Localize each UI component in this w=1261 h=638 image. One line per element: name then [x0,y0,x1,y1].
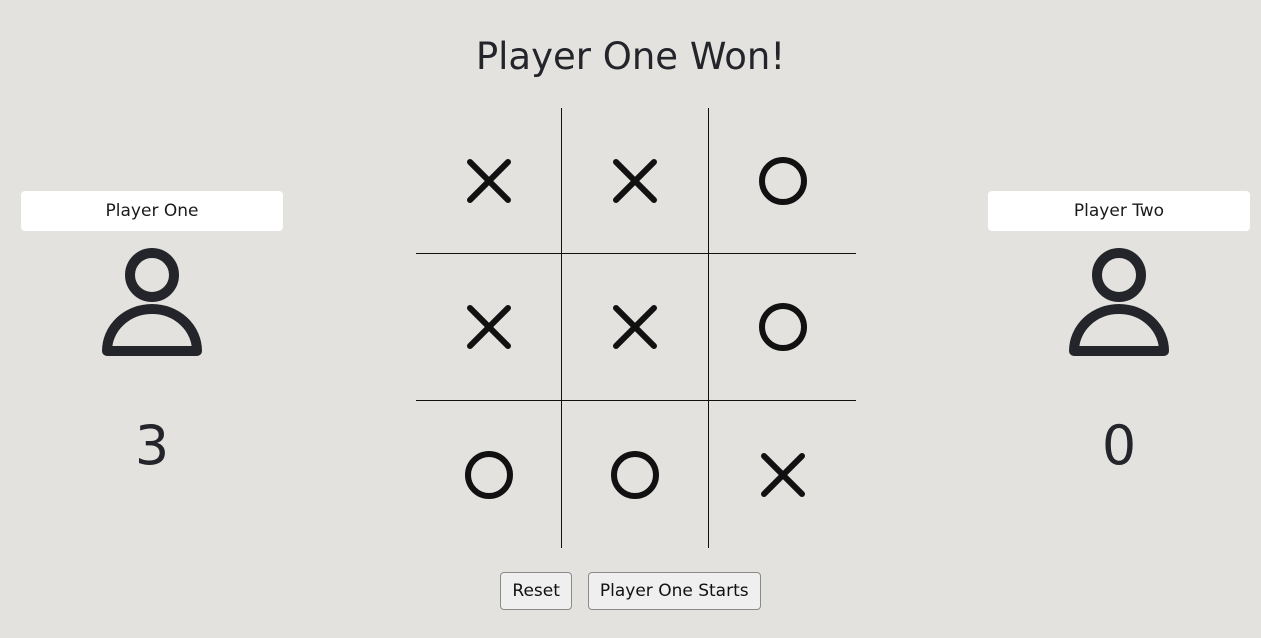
player-one-panel: 3 [21,191,283,478]
board-cell-2-1[interactable] [416,254,562,401]
starting-player-button[interactable]: Player One Starts [587,572,761,610]
game-status-message: Player One Won! [475,35,786,78]
game-controls: Reset Player One Starts [0,572,1261,610]
player-one-name-input[interactable] [21,191,283,231]
player-two-panel: 0 [988,191,1250,478]
user-icon [1069,248,1169,356]
board-cell-1-2[interactable] [562,108,709,254]
x-mark-icon [466,158,511,203]
o-mark-icon [611,450,659,499]
board-cell-3-1[interactable] [416,401,562,548]
board-cell-3-3[interactable] [709,401,856,548]
x-mark-icon [613,305,657,349]
o-mark-icon [464,450,513,499]
board-cell-3-2[interactable] [562,401,709,548]
board-cell-1-1[interactable] [416,108,562,254]
x-mark-icon [613,158,657,203]
x-mark-icon [760,452,805,497]
user-icon [102,248,202,356]
game-board [416,108,856,548]
board-cell-1-3[interactable] [709,108,856,254]
board-cell-2-3[interactable] [709,254,856,401]
reset-button[interactable]: Reset [500,572,572,610]
board-cell-2-2[interactable] [562,254,709,401]
player-two-name-input[interactable] [988,191,1250,231]
player-two-score: 0 [1101,414,1137,477]
o-mark-icon [758,156,807,205]
player-one-score: 3 [134,414,170,477]
o-mark-icon [758,303,807,351]
x-mark-icon [466,305,511,349]
